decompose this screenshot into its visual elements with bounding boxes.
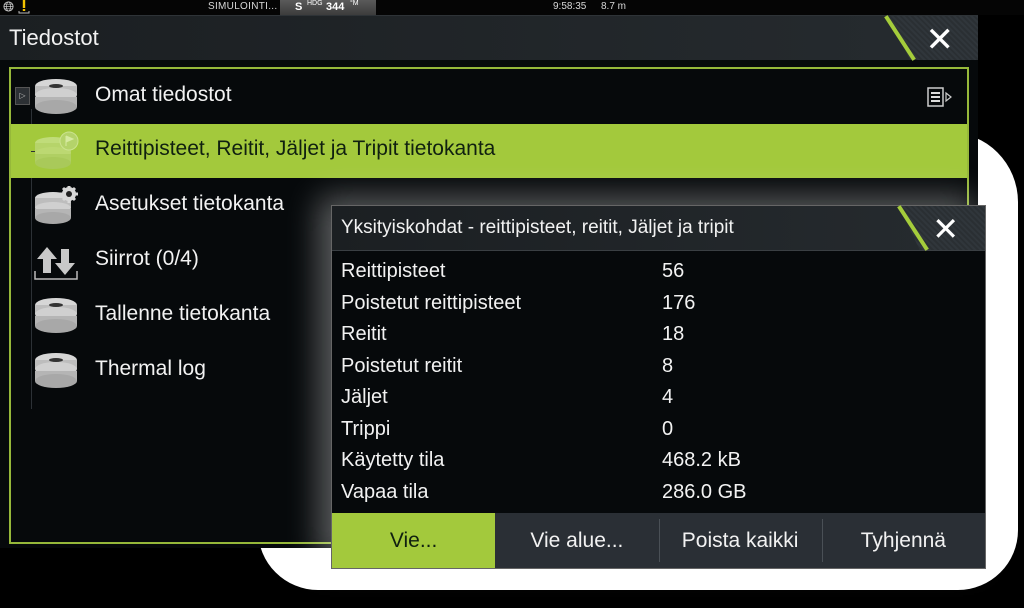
details-dialog: Yksityiskohdat - reittipisteet, reitit, … [331,205,986,569]
detail-key: Vapaa tila [341,480,429,503]
detail-row: Reittipisteet 56 [332,258,985,290]
detail-row: Reitit 18 [332,321,985,353]
detail-row: Jäljet 4 [332,384,985,416]
list-item-label: Omat tiedostot [95,83,232,106]
detail-row: Poistetut reittipisteet 176 [332,290,985,322]
list-item-label: Asetukset tietokanta [95,192,285,215]
list-item-label: Reittipisteet, Reitit, Jäljet ja Tripit … [95,137,496,160]
export-area-button[interactable]: Vie alue... [495,513,658,568]
list-item-label: Siirrot (0/4) [95,247,199,270]
simulation-indicator[interactable]: SIMULOINTI... [208,1,277,12]
detail-value: 18 [662,323,685,345]
detail-value: 8 [662,354,674,377]
close-icon[interactable]: ✕ [932,210,959,248]
detail-row: Poistetut reitit 8 [332,353,985,385]
heading-label: HDG [307,0,323,7]
dialog-titlebar: Yksityiskohdat - reittipisteet, reitit, … [332,205,985,251]
detail-value: 56 [662,260,685,282]
detail-key: Trippi [341,417,391,440]
database-icon [35,79,77,114]
window-title: Tiedostot [9,25,99,50]
delete-all-button[interactable]: Poista kaikki [658,513,822,568]
detail-value: 176 [662,291,696,314]
details-table: Reittipisteet 56 Poistetut reittipisteet… [332,258,985,510]
list-item-label: Tallenne tietokanta [95,302,271,325]
depth-readout: 8.7 m [601,1,627,12]
detail-value: 0 [662,417,674,440]
detail-row: Vapaa tila 286.0 GB [332,479,985,511]
globe-icon[interactable] [3,1,14,12]
detail-key: Reittipisteet [341,260,446,282]
detail-key: Poistetut reittipisteet [341,291,522,314]
database-flag-icon [35,131,79,169]
heading-unit: °M [350,0,359,7]
list-menu-icon[interactable] [927,86,953,108]
detail-key: Poistetut reitit [341,354,463,377]
detail-key: Käytetty tila [341,449,445,471]
list-item-waypoints-db[interactable]: Reittipisteet, Reitit, Jäljet ja Tripit … [11,124,967,178]
database-icon [35,353,77,388]
window-titlebar: Tiedostot ✕ [0,15,978,61]
alert-icon[interactable] [18,0,30,14]
clock-time: 9:58:35 [553,1,587,12]
transfer-icon [34,247,78,280]
expand-arrow-icon[interactable]: ▷ [15,87,30,105]
detail-key: Reitit [341,323,387,345]
detail-row: Käytetty tila 468.2 kB [332,447,985,479]
database-gear-icon [35,186,78,224]
detail-value: 468.2 kB [662,449,741,471]
detail-value: 286.0 GB [662,480,747,503]
heading-value: 344 [326,1,345,13]
dialog-button-bar: Vie... Vie alue... Poista kaikki Tyhjenn… [332,513,985,568]
detail-value: 4 [662,386,674,408]
close-icon[interactable]: ✕ [926,20,955,60]
list-item-omat-tiedostot[interactable]: ▷ Omat tiedostot [11,70,967,124]
heading-readout[interactable]: S HDG 344 °M [280,0,376,15]
list-item-label: Thermal log [95,357,206,380]
export-button[interactable]: Vie... [332,513,496,568]
purge-button[interactable]: Tyhjennä [821,513,985,568]
heading-prefix: S [295,1,303,13]
detail-row: Trippi 0 [332,416,985,448]
dialog-title: Yksityiskohdat - reittipisteet, reitit, … [341,217,734,238]
detail-key: Jäljet [341,386,388,408]
status-bar: SIMULOINTI... S HDG 344 °M 9:58:35 8.7 m [0,0,1024,15]
database-icon [35,298,77,333]
